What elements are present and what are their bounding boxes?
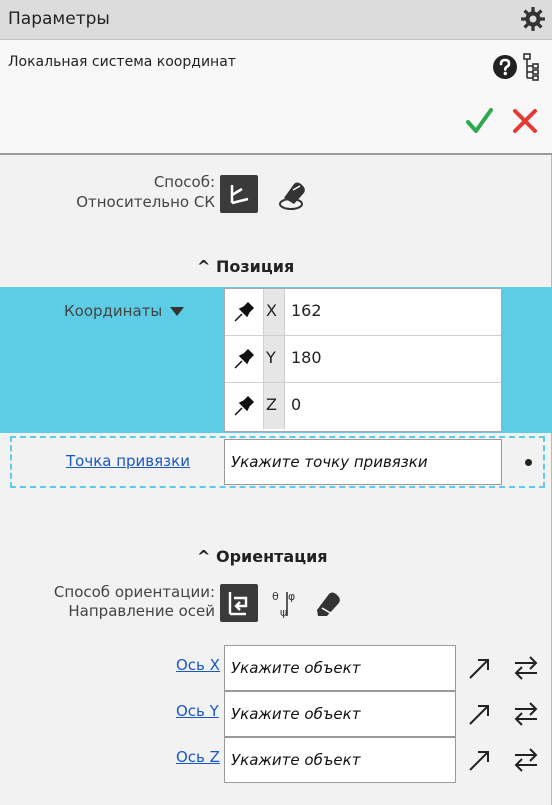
coord-y-input[interactable]: 180 bbox=[291, 348, 322, 367]
axes-direction-button[interactable] bbox=[220, 584, 258, 622]
swap-icon[interactable] bbox=[512, 654, 540, 682]
axis-x-link[interactable]: Ось X bbox=[176, 656, 220, 674]
ok-check-icon[interactable] bbox=[464, 106, 494, 136]
coord-x-input[interactable]: 162 bbox=[291, 301, 322, 320]
direction-arrow-icon[interactable] bbox=[466, 700, 494, 728]
command-name: Локальная система координат bbox=[8, 54, 236, 70]
coordinates-dropdown[interactable]: Координаты bbox=[64, 302, 185, 320]
method-label: Способ: bbox=[153, 173, 215, 191]
axis-x-field[interactable]: Укажите объект bbox=[224, 645, 456, 691]
method-value: Относительно СК bbox=[76, 193, 215, 211]
coordinates-label: Координаты bbox=[64, 302, 163, 320]
orientation-method-label: Способ ориентации: bbox=[53, 583, 215, 601]
swap-icon[interactable] bbox=[512, 700, 540, 728]
axis-label: X bbox=[266, 301, 277, 320]
chevron-up-icon: ^ bbox=[197, 547, 216, 566]
command-header: Локальная система координат bbox=[0, 40, 552, 155]
panel-title: Параметры bbox=[8, 9, 110, 29]
svg-text:ψ: ψ bbox=[280, 606, 287, 619]
coordinates-table: X 162 Y 180 Z 0 bbox=[224, 288, 502, 432]
anchor-point-field[interactable]: Укажите точку привязки bbox=[224, 439, 502, 485]
anchor-point-link[interactable]: Точка привязки bbox=[66, 452, 190, 470]
pin-icon[interactable] bbox=[233, 301, 255, 323]
axis-label: Z bbox=[266, 395, 277, 414]
position-section-title: Позиция bbox=[215, 257, 295, 276]
cancel-x-icon[interactable] bbox=[510, 106, 540, 136]
orientation-section-title: Ориентация bbox=[215, 547, 328, 566]
coord-row-y: Y 180 bbox=[225, 336, 501, 383]
tree-icon[interactable] bbox=[522, 52, 544, 82]
gear-icon[interactable] bbox=[520, 6, 546, 32]
axis-z-link[interactable]: Ось Z bbox=[176, 748, 220, 766]
eraser-icon[interactable] bbox=[276, 178, 310, 212]
coord-z-input[interactable]: 0 bbox=[291, 395, 301, 414]
panel-titlebar: Параметры bbox=[0, 0, 552, 40]
svg-text:θ: θ bbox=[272, 590, 279, 603]
svg-text:φ: φ bbox=[288, 590, 295, 603]
orientation-method-value: Направление осей bbox=[68, 602, 215, 620]
axis-y-link[interactable]: Ось Y bbox=[176, 702, 219, 720]
coord-row-x: X 162 bbox=[225, 289, 501, 336]
direction-arrow-icon[interactable] bbox=[466, 654, 494, 682]
point-icon[interactable] bbox=[525, 459, 532, 466]
axes-icon bbox=[230, 185, 249, 205]
dropdown-arrow-icon bbox=[170, 307, 185, 316]
chevron-up-icon: ^ bbox=[197, 257, 216, 276]
help-icon[interactable] bbox=[492, 54, 518, 80]
pin-icon[interactable] bbox=[233, 348, 255, 370]
swap-icon[interactable] bbox=[512, 746, 540, 774]
direction-arrow-icon[interactable] bbox=[466, 746, 494, 774]
axis-y-field[interactable]: Укажите объект bbox=[224, 691, 456, 737]
angles-icon[interactable]: θ φ ψ bbox=[270, 586, 304, 620]
coord-row-z: Z 0 bbox=[225, 383, 501, 430]
eraser-icon[interactable] bbox=[312, 588, 346, 622]
relative-cs-button[interactable] bbox=[220, 175, 258, 213]
axis-label: Y bbox=[266, 348, 276, 367]
axis-direction-icon bbox=[228, 592, 248, 616]
axis-z-field[interactable]: Укажите объект bbox=[224, 737, 456, 783]
orientation-section-toggle[interactable]: ^ Ориентация bbox=[197, 547, 328, 566]
parameters-panel: Параметры Локальная система координат Сп… bbox=[0, 0, 552, 805]
position-section-toggle[interactable]: ^ Позиция bbox=[197, 257, 294, 276]
pin-icon[interactable] bbox=[233, 395, 255, 417]
